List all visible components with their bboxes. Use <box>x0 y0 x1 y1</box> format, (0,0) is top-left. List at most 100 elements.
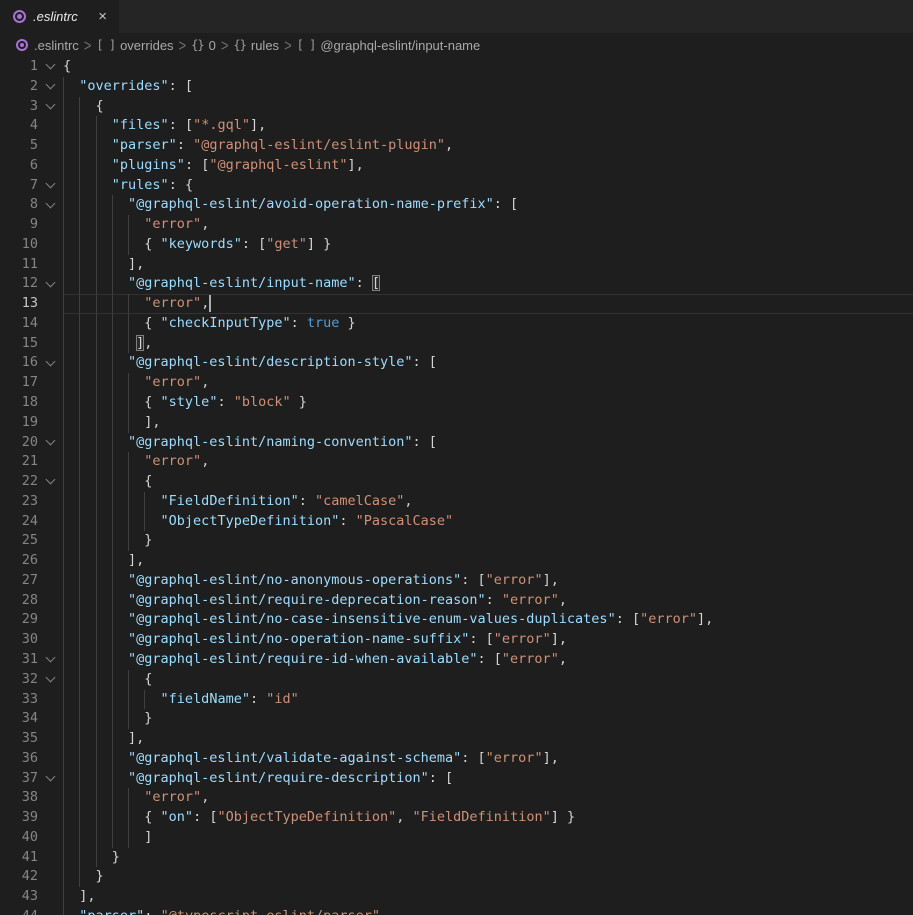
code-text[interactable]: ], <box>63 255 913 275</box>
code-text[interactable]: "rules": { <box>63 176 913 196</box>
line-number[interactable]: 28 <box>0 591 38 611</box>
line-number[interactable]: 41 <box>0 848 38 868</box>
code-text[interactable]: { <box>63 97 913 117</box>
line-number[interactable]: 20 <box>0 433 38 453</box>
fold-chevron-icon[interactable] <box>38 670 63 690</box>
breadcrumb-item--graphql-eslint-input-name[interactable]: [ ]@graphql-eslint/input-name <box>297 38 481 53</box>
code-text[interactable]: "@graphql-eslint/input-name": [ <box>63 274 913 294</box>
code-line[interactable]: 38 "error", <box>0 788 913 808</box>
line-number[interactable]: 39 <box>0 808 38 828</box>
code-text[interactable]: { "keywords": ["get"] } <box>63 235 913 255</box>
line-number[interactable]: 16 <box>0 353 38 373</box>
line-number[interactable]: 27 <box>0 571 38 591</box>
line-number[interactable]: 32 <box>0 670 38 690</box>
fold-chevron-icon[interactable] <box>38 274 63 294</box>
code-line[interactable]: 11 ], <box>0 255 913 275</box>
line-number[interactable]: 3 <box>0 97 38 117</box>
line-number[interactable]: 15 <box>0 334 38 354</box>
code-line[interactable]: 22 { <box>0 472 913 492</box>
code-text[interactable]: "@graphql-eslint/require-description": [ <box>63 769 913 789</box>
line-number[interactable]: 31 <box>0 650 38 670</box>
code-text[interactable]: ], <box>63 729 913 749</box>
code-line[interactable]: 26 ], <box>0 551 913 571</box>
code-text[interactable]: { "checkInputType": true } <box>63 314 913 334</box>
code-text[interactable]: { <box>63 57 913 77</box>
line-number[interactable]: 29 <box>0 610 38 630</box>
code-text[interactable]: "ObjectTypeDefinition": "PascalCase" <box>63 512 913 532</box>
line-number[interactable]: 11 <box>0 255 38 275</box>
code-line[interactable]: 3 { <box>0 97 913 117</box>
code-line[interactable]: 44 "parser": "@typescript-eslint/parser"… <box>0 907 913 915</box>
code-line[interactable]: 36 "@graphql-eslint/validate-against-sch… <box>0 749 913 769</box>
code-line[interactable]: 43 ], <box>0 887 913 907</box>
line-number[interactable]: 38 <box>0 788 38 808</box>
code-text[interactable]: { "on": ["ObjectTypeDefinition", "FieldD… <box>63 808 913 828</box>
code-text[interactable]: ], <box>63 887 913 907</box>
code-text[interactable]: ] <box>63 828 913 848</box>
line-number[interactable]: 18 <box>0 393 38 413</box>
code-line[interactable]: 34 } <box>0 709 913 729</box>
line-number[interactable]: 7 <box>0 176 38 196</box>
code-line[interactable]: 42 } <box>0 867 913 887</box>
code-text[interactable]: } <box>63 848 913 868</box>
line-number[interactable]: 36 <box>0 749 38 769</box>
line-number[interactable]: 19 <box>0 413 38 433</box>
code-text[interactable]: } <box>63 531 913 551</box>
tab-eslintrc[interactable]: .eslintrc × <box>0 0 119 33</box>
code-line[interactable]: 13 "error", <box>0 294 913 314</box>
code-line[interactable]: 10 { "keywords": ["get"] } <box>0 235 913 255</box>
code-line[interactable]: 23 "FieldDefinition": "camelCase", <box>0 492 913 512</box>
code-line[interactable]: 27 "@graphql-eslint/no-anonymous-operati… <box>0 571 913 591</box>
code-line[interactable]: 29 "@graphql-eslint/no-case-insensitive-… <box>0 610 913 630</box>
code-line[interactable]: 24 "ObjectTypeDefinition": "PascalCase" <box>0 512 913 532</box>
code-text[interactable]: "overrides": [ <box>63 77 913 97</box>
code-text[interactable]: "@graphql-eslint/description-style": [ <box>63 353 913 373</box>
code-line[interactable]: 39 { "on": ["ObjectTypeDefinition", "Fie… <box>0 808 913 828</box>
line-number[interactable]: 22 <box>0 472 38 492</box>
line-number[interactable]: 42 <box>0 867 38 887</box>
fold-chevron-icon[interactable] <box>38 57 63 77</box>
fold-chevron-icon[interactable] <box>38 650 63 670</box>
code-line[interactable]: 21 "error", <box>0 452 913 472</box>
code-line[interactable]: 1{ <box>0 57 913 77</box>
code-text[interactable]: "error", <box>63 215 913 235</box>
code-line[interactable]: 14 { "checkInputType": true } <box>0 314 913 334</box>
line-number[interactable]: 37 <box>0 769 38 789</box>
code-text[interactable]: "parser": "@graphql-eslint/eslint-plugin… <box>63 136 913 156</box>
code-line[interactable]: 12 "@graphql-eslint/input-name": [ <box>0 274 913 294</box>
code-text[interactable]: "@graphql-eslint/no-operation-name-suffi… <box>63 630 913 650</box>
code-line[interactable]: 37 "@graphql-eslint/require-description"… <box>0 769 913 789</box>
fold-chevron-icon[interactable] <box>38 176 63 196</box>
code-line[interactable]: 41 } <box>0 848 913 868</box>
code-text[interactable]: "fieldName": "id" <box>63 690 913 710</box>
code-text[interactable]: { <box>63 670 913 690</box>
code-text[interactable]: "plugins": ["@graphql-eslint"], <box>63 156 913 176</box>
code-text[interactable]: "@graphql-eslint/require-id-when-availab… <box>63 650 913 670</box>
code-text[interactable]: { <box>63 472 913 492</box>
code-line[interactable]: 40 ] <box>0 828 913 848</box>
code-text[interactable]: "FieldDefinition": "camelCase", <box>63 492 913 512</box>
code-text[interactable]: "@graphql-eslint/require-deprecation-rea… <box>63 591 913 611</box>
code-line[interactable]: 4 "files": ["*.gql"], <box>0 116 913 136</box>
code-line[interactable]: 7 "rules": { <box>0 176 913 196</box>
line-number[interactable]: 10 <box>0 235 38 255</box>
code-text[interactable]: } <box>63 709 913 729</box>
line-number[interactable]: 30 <box>0 630 38 650</box>
code-line[interactable]: 17 "error", <box>0 373 913 393</box>
line-number[interactable]: 23 <box>0 492 38 512</box>
code-text[interactable]: "@graphql-eslint/no-case-insensitive-enu… <box>63 610 913 630</box>
line-number[interactable]: 35 <box>0 729 38 749</box>
code-text[interactable]: ], <box>63 413 913 433</box>
line-number[interactable]: 4 <box>0 116 38 136</box>
code-line[interactable]: 28 "@graphql-eslint/require-deprecation-… <box>0 591 913 611</box>
breadcrumb-item-rules[interactable]: {}rules <box>233 38 279 53</box>
fold-chevron-icon[interactable] <box>38 195 63 215</box>
code-line[interactable]: 32 { <box>0 670 913 690</box>
line-number[interactable]: 43 <box>0 887 38 907</box>
fold-chevron-icon[interactable] <box>38 769 63 789</box>
line-number[interactable]: 34 <box>0 709 38 729</box>
code-line[interactable]: 35 ], <box>0 729 913 749</box>
line-number[interactable]: 25 <box>0 531 38 551</box>
code-text[interactable]: "error", <box>63 373 913 393</box>
code-line[interactable]: 15 ], <box>0 334 913 354</box>
